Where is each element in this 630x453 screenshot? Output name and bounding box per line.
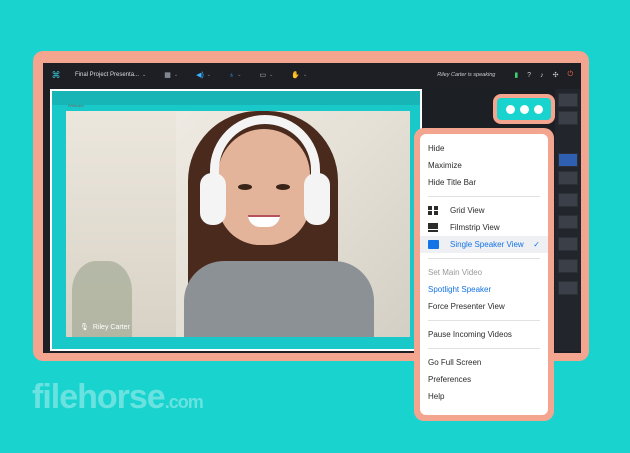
watermark-logo: filehorse.com [32, 378, 204, 417]
menu-item-label: Single Speaker View [450, 240, 524, 249]
more-options-button[interactable] [493, 94, 555, 124]
help-icon[interactable]: ? [527, 72, 531, 79]
menu-item-go-full-screen[interactable]: Go Full Screen [420, 354, 548, 371]
menu-divider [428, 348, 540, 349]
layout-menu-button[interactable]: ▦ ⌄ [164, 71, 178, 79]
participant-thumbnail[interactable] [558, 93, 578, 107]
speaker-name-tag: 🎙 Riley Carter [80, 323, 130, 332]
hand-icon: ✋ [291, 72, 300, 79]
chevron-down-icon: ⌄ [302, 72, 308, 78]
fullscreen-icon[interactable]: ✣ [553, 71, 559, 79]
ellipsis-dot [519, 104, 529, 114]
stage-header-band [52, 91, 420, 105]
checkmark-icon: ✓ [533, 240, 540, 249]
active-speaker-status: Riley Carter is speaking [437, 72, 496, 78]
participant-thumbnail[interactable] [558, 153, 578, 167]
menu-item-hide-title-bar[interactable]: Hide Title Bar [420, 174, 548, 191]
camera-button[interactable]: ▭ ⌄ [259, 71, 273, 79]
menu-item-preferences[interactable]: Preferences [420, 371, 548, 388]
chevron-down-icon: ⌄ [173, 72, 179, 78]
participant-thumbnail[interactable] [558, 281, 578, 295]
participant-thumbnail[interactable] [558, 259, 578, 273]
speaker-button[interactable]: ◀) ⌄ [196, 71, 211, 79]
participant-thumbnail[interactable] [558, 171, 578, 185]
participant-thumbnail[interactable] [558, 193, 578, 207]
speaker-icon: ◀) [196, 72, 204, 79]
menu-item-force-presenter-view[interactable]: Force Presenter View [420, 298, 548, 315]
menu-divider [428, 258, 540, 259]
options-menu: Hide Maximize Hide Title Bar Grid View F… [420, 134, 548, 415]
raise-hand-button[interactable]: ✋ ⌄ [291, 71, 307, 79]
participant-thumbnail[interactable] [558, 237, 578, 251]
menu-item-label: Grid View [450, 206, 485, 215]
single-speaker-view-icon [428, 240, 439, 249]
meeting-title[interactable]: Final Project Presenta... [75, 72, 139, 78]
menu-item-single-speaker-view[interactable]: Single Speaker View ✓ [420, 236, 548, 253]
watermark-suffix: .com [164, 392, 204, 412]
menu-divider [428, 320, 540, 321]
power-icon[interactable]: ⏻ [567, 71, 573, 79]
speaker-name: Riley Carter [92, 323, 130, 331]
ellipsis-dot [505, 104, 515, 114]
chevron-down-icon[interactable]: ⌄ [142, 72, 146, 78]
ellipsis-dot [533, 104, 543, 114]
participants-rail [555, 89, 581, 351]
top-toolbar: ⌘ Final Project Presenta... ⌄ ▦ ⌄ ◀) ⌄ ♁ ⌄ … [43, 63, 581, 87]
menu-item-spotlight-speaker[interactable]: Spotlight Speaker [420, 281, 548, 298]
menu-item-grid-view[interactable]: Grid View [420, 202, 548, 219]
menu-item-hide[interactable]: Hide [420, 140, 548, 157]
chevron-down-icon: ⌄ [206, 72, 211, 78]
headset-left-cup [200, 173, 226, 225]
microphone-button[interactable]: ♁ ⌄ [229, 72, 241, 79]
filmstrip-view-icon [428, 223, 439, 232]
chevron-down-icon: ⌄ [269, 72, 274, 78]
speaker-video[interactable]: 🎙 Riley Carter [66, 111, 410, 337]
speaker-sweater [184, 261, 374, 337]
camera-icon: ▭ [259, 72, 267, 79]
grid-view-icon [428, 206, 439, 215]
menu-item-filmstrip-view[interactable]: Filmstrip View [420, 219, 548, 236]
microphone-icon: ♁ [228, 71, 235, 79]
menu-item-label: Filmstrip View [450, 223, 500, 232]
microphone-icon: 🎙 [80, 324, 89, 331]
notification-bell-icon[interactable]: ♪ [540, 72, 544, 79]
headset-right-cup [304, 173, 330, 225]
main-stage: Webcam 🎙 Riley Carter [50, 89, 422, 351]
menu-item-pause-incoming-videos[interactable]: Pause Incoming Videos [420, 326, 548, 343]
watermark-main: filehorse [32, 378, 166, 416]
menu-divider [428, 196, 540, 197]
grid-icon: ▦ [164, 72, 171, 79]
app-logo-icon: ⌘ [51, 70, 61, 80]
menu-item-maximize[interactable]: Maximize [420, 157, 548, 174]
connection-signal-icon[interactable]: ▮ [514, 71, 518, 79]
menu-item-set-main-video: Set Main Video [428, 268, 483, 277]
chevron-down-icon: ⌄ [237, 72, 242, 78]
smile [248, 215, 280, 227]
participant-thumbnail[interactable] [558, 111, 578, 125]
pod-label: Webcam [68, 103, 84, 108]
participant-thumbnail[interactable] [558, 215, 578, 229]
menu-item-help[interactable]: Help [420, 388, 548, 405]
